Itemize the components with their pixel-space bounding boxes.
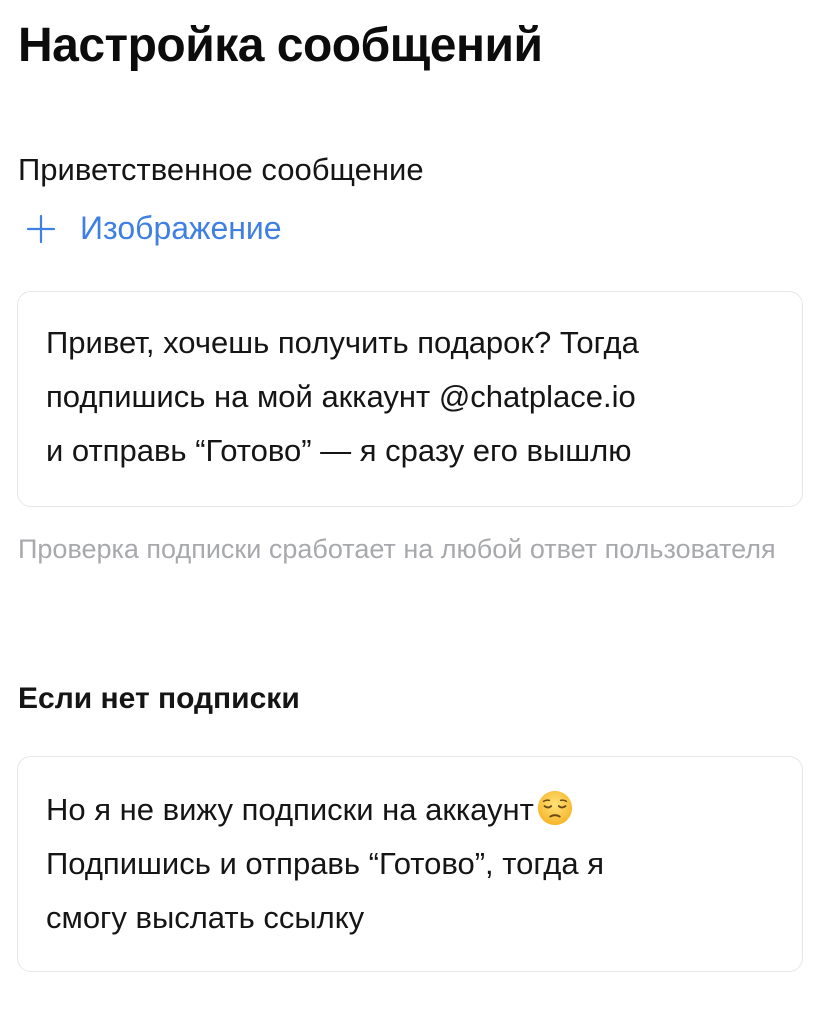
no-subscription-message-line1: Но я не вижу подписки на аккаунт xyxy=(46,792,534,827)
message-settings-page: Настройка сообщений Приветственное сообщ… xyxy=(0,0,826,1024)
no-subscription-message-field[interactable]: Но я не вижу подписки на аккаунт Подпиши… xyxy=(17,756,803,972)
no-subscription-message-text: Но я не вижу подписки на аккаунт Подпиши… xyxy=(46,783,774,945)
no-subscription-message-rest: Подпишись и отправь “Готово”, тогда я см… xyxy=(46,846,604,935)
greeting-message-field[interactable]: Привет, хочешь получить подарок? Тогда п… xyxy=(17,291,803,507)
pensive-face-icon xyxy=(537,790,572,826)
plus-icon xyxy=(26,214,56,243)
add-image-label: Изображение xyxy=(80,210,282,246)
no-subscription-section-title: Если нет подписки xyxy=(18,682,300,715)
greeting-message-text: Привет, хочешь получить подарок? Тогда п… xyxy=(46,325,639,468)
greeting-section-title: Приветственное сообщение xyxy=(18,152,424,187)
subscription-check-hint: Проверка подписки сработает на любой отв… xyxy=(18,534,776,564)
page-title: Настройка сообщений xyxy=(18,19,543,72)
add-image-button[interactable]: Изображение xyxy=(26,210,282,247)
